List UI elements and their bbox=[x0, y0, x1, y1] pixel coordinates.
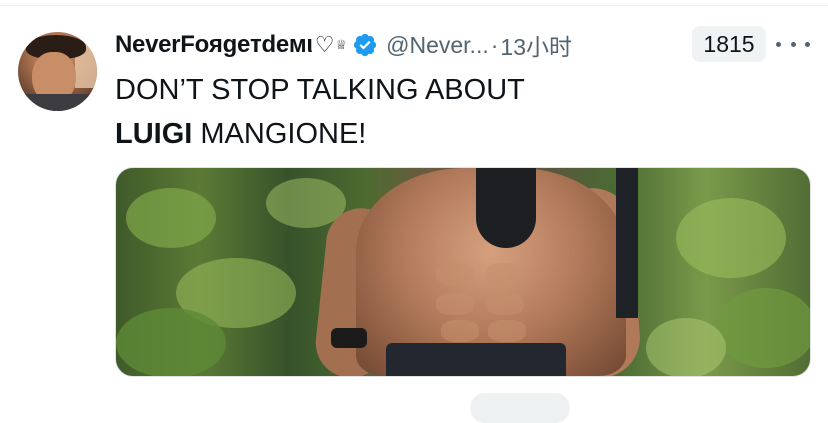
tweet-text: DON’T STOP TALKING ABOUT LUIGI MANGIONE! bbox=[115, 68, 805, 156]
tweet-media-image[interactable] bbox=[115, 167, 811, 377]
count-badge: 1815 bbox=[692, 26, 766, 62]
display-name[interactable]: NeverFoяgeтdeмι bbox=[115, 31, 313, 59]
avatar[interactable] bbox=[18, 32, 97, 111]
figure-detail bbox=[441, 320, 479, 342]
figure-detail bbox=[488, 320, 526, 342]
figure-detail bbox=[486, 293, 524, 315]
tweet-text-bold: LUIGI bbox=[115, 118, 193, 150]
action-bar-hint bbox=[470, 393, 570, 423]
name-crown-emoji: ♕ bbox=[335, 37, 348, 52]
avatar-shirt bbox=[18, 94, 97, 111]
more-options-icon[interactable] bbox=[776, 33, 810, 55]
backpack-strap bbox=[616, 168, 638, 318]
verified-badge-icon[interactable] bbox=[352, 32, 378, 58]
more-dot bbox=[776, 41, 781, 47]
separator-dot: · bbox=[490, 31, 499, 58]
timestamp[interactable]: 13小时 bbox=[500, 28, 572, 62]
figure-detail bbox=[436, 263, 474, 285]
foliage bbox=[646, 318, 726, 376]
figure-detail bbox=[486, 263, 524, 285]
tweet-text-rest: MANGIONE! bbox=[192, 118, 367, 150]
figure-detail bbox=[436, 293, 474, 315]
foliage bbox=[126, 188, 216, 248]
figure-shorts bbox=[386, 343, 566, 376]
name-heart-emoji: ♡ bbox=[314, 32, 335, 57]
user-handle[interactable]: @Never... bbox=[386, 32, 489, 59]
top-divider bbox=[0, 5, 828, 6]
tweet-text-line-2: LUIGI MANGIONE! bbox=[115, 112, 805, 156]
more-dot bbox=[790, 41, 796, 47]
foliage bbox=[676, 198, 786, 278]
backpack-strap bbox=[476, 168, 536, 248]
foliage bbox=[116, 308, 226, 376]
more-dot bbox=[805, 41, 810, 47]
tweet-header: NeverFoяgeтdeмι ♡ ♕ @Never... · 13小时 bbox=[115, 26, 572, 64]
foliage bbox=[716, 288, 810, 368]
tweet-text-line-1: DON’T STOP TALKING ABOUT bbox=[115, 74, 525, 106]
wristwatch bbox=[331, 328, 367, 348]
